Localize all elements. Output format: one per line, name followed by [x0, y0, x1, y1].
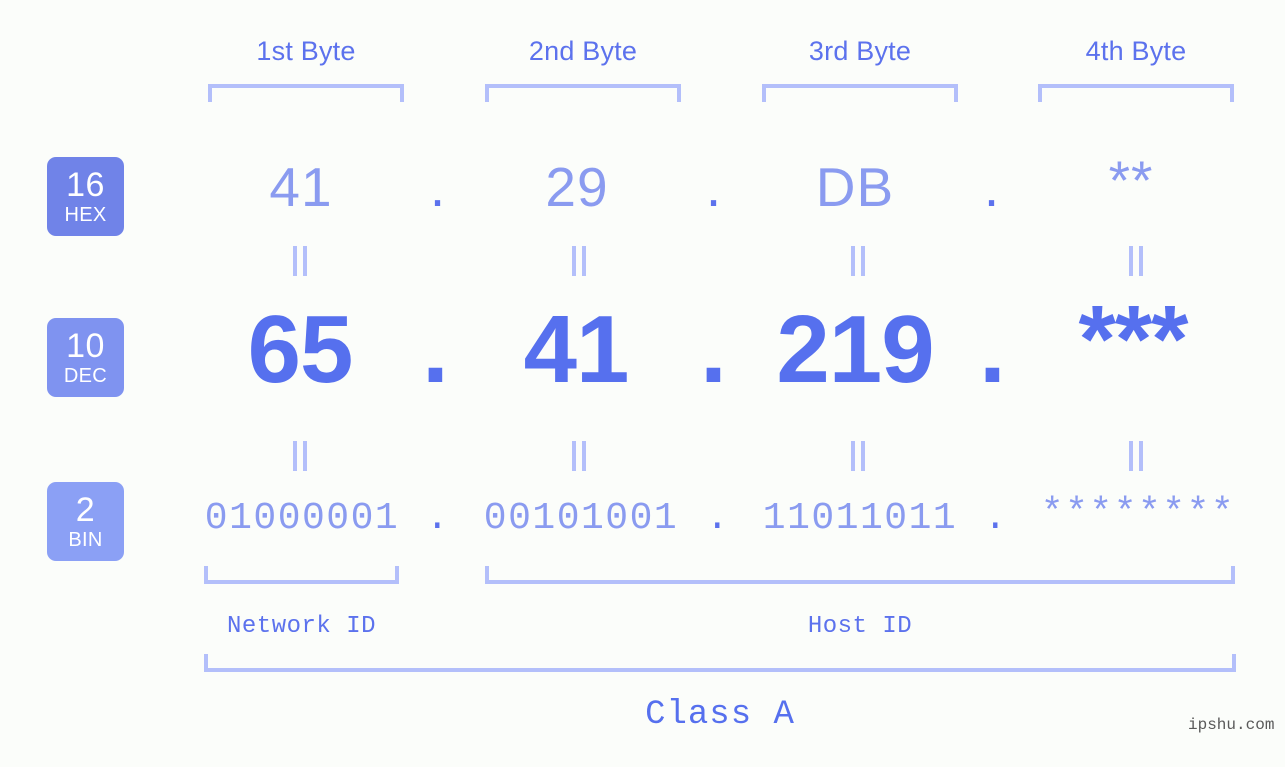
radix-badge-dec-number: 10 — [66, 327, 105, 365]
bin-separator-3: . — [983, 497, 1009, 540]
network-id-bracket — [204, 566, 399, 584]
dec-separator-3: . — [979, 296, 1006, 403]
radix-badge-bin: 2 BIN — [47, 482, 124, 561]
radix-badge-dec-name: DEC — [63, 365, 108, 387]
radix-badge-bin-name: BIN — [68, 529, 103, 551]
class-bracket — [204, 654, 1236, 672]
byte-bracket-1 — [208, 84, 404, 102]
equals-mark-dec-bin-2 — [571, 441, 587, 471]
equals-mark-dec-bin-4 — [1128, 441, 1144, 471]
dec-separator-2: . — [700, 296, 727, 403]
hex-separator-2: . — [705, 156, 723, 218]
dec-byte-2: 41 — [523, 296, 630, 403]
hex-byte-2: 29 — [545, 156, 609, 218]
dec-separator-1: . — [422, 296, 449, 403]
dec-byte-1: 65 — [247, 296, 354, 403]
dec-byte-3: 219 — [776, 296, 934, 403]
bin-byte-2: 00101001 — [483, 497, 679, 540]
byte-bracket-3 — [762, 84, 958, 102]
bin-byte-1: 01000001 — [204, 497, 400, 540]
hex-byte-1: 41 — [269, 156, 333, 218]
radix-badge-dec: 10 DEC — [47, 318, 124, 397]
dec-byte-4: *** — [1078, 286, 1188, 393]
byte-bracket-2 — [485, 84, 681, 102]
bin-byte-4: ******** — [1040, 492, 1236, 535]
bin-separator-2: . — [705, 497, 731, 540]
hex-byte-4: ** — [1108, 149, 1154, 211]
equals-mark-dec-bin-3 — [850, 441, 866, 471]
equals-mark-hex-dec-4 — [1128, 246, 1144, 276]
watermark: ipshu.com — [1188, 716, 1275, 734]
class-label: Class A — [645, 696, 795, 734]
equals-mark-hex-dec-3 — [850, 246, 866, 276]
equals-mark-dec-bin-1 — [292, 441, 308, 471]
radix-badge-hex: 16 HEX — [47, 157, 124, 236]
network-id-label: Network ID — [226, 613, 377, 640]
host-id-bracket — [485, 566, 1235, 584]
radix-badge-bin-number: 2 — [75, 491, 96, 529]
ip-address-breakdown-diagram: 1st Byte 2nd Byte 3rd Byte 4th Byte 16 H… — [0, 0, 1285, 767]
bin-byte-3: 11011011 — [762, 497, 958, 540]
hex-separator-3: . — [983, 156, 1001, 218]
equals-mark-hex-dec-1 — [292, 246, 308, 276]
hex-byte-3: DB — [815, 156, 895, 218]
byte-header-2: 2nd Byte — [528, 36, 638, 66]
bin-separator-1: . — [425, 497, 451, 540]
byte-bracket-4 — [1038, 84, 1234, 102]
byte-header-3: 3rd Byte — [808, 36, 912, 66]
hex-separator-1: . — [429, 156, 447, 218]
equals-mark-hex-dec-2 — [571, 246, 587, 276]
radix-badge-hex-name: HEX — [64, 204, 107, 226]
byte-header-4: 4th Byte — [1085, 36, 1187, 66]
host-id-label: Host ID — [807, 613, 913, 640]
byte-header-1: 1st Byte — [256, 36, 356, 66]
radix-badge-hex-number: 16 — [66, 166, 105, 204]
